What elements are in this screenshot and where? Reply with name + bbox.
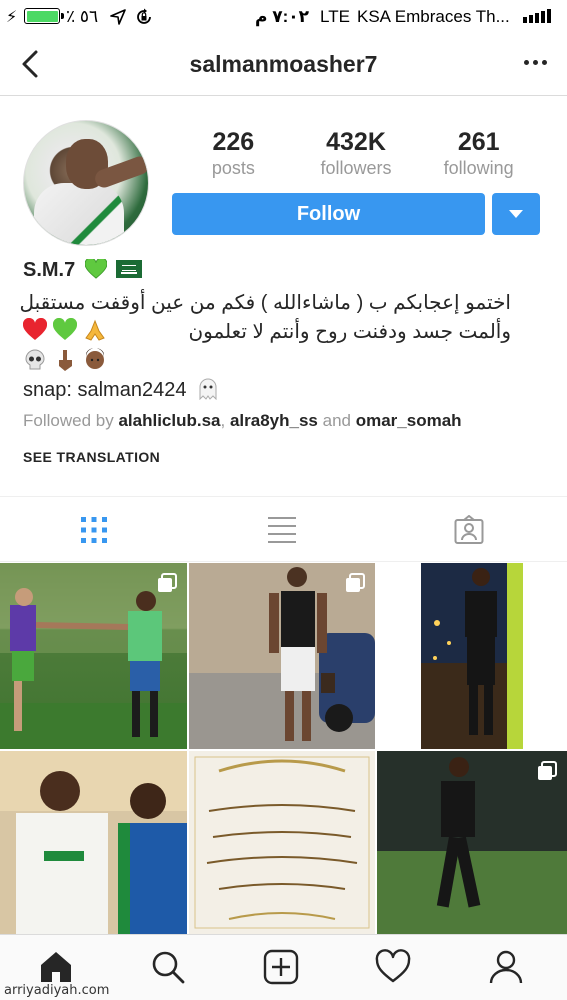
battery-percentage: ٪ ٥٦: [66, 7, 99, 26]
signal-strength-icon: [523, 9, 551, 23]
stat-value: 226: [212, 128, 255, 156]
home-icon[interactable]: [38, 949, 74, 985]
carrier-name: KSA Embraces Th...: [357, 7, 510, 26]
two-players-photo: [0, 751, 187, 934]
stat-followers[interactable]: 432K followers: [295, 128, 418, 180]
stat-value: 432K: [326, 128, 386, 156]
followed-by-and: and: [322, 411, 351, 430]
clock: ٧:٠٢ م: [255, 7, 309, 26]
chevron-down-icon: [509, 210, 523, 218]
followed-by-prefix: Followed by: [23, 411, 114, 430]
search-icon[interactable]: [150, 949, 186, 985]
profile-display-name: S.M.7: [23, 259, 76, 281]
network-type: LTE: [320, 7, 350, 26]
followed-by-user-link[interactable]: alra8yh_ss: [230, 411, 318, 430]
profile-display-name-row: S.M.7: [23, 259, 143, 282]
profile-icon[interactable]: [488, 949, 524, 985]
stat-label: following: [443, 158, 514, 178]
stat-posts[interactable]: 226 posts: [172, 128, 295, 180]
stat-label: posts: [211, 158, 255, 178]
man-emoji: [86, 348, 104, 369]
skull-emoji: [25, 349, 45, 370]
ramadan-greeting-card-photo: [194, 756, 370, 929]
watermark: arriyadiyah.com: [4, 983, 110, 998]
pointing-down-emoji: [59, 350, 72, 371]
post-thumbnail[interactable]: [0, 751, 187, 934]
avatar[interactable]: [23, 120, 149, 246]
post-thumbnail[interactable]: [189, 563, 375, 749]
followed-by-line: Followed by alahliclub.sa, alra8yh_ss an…: [23, 411, 462, 431]
heart-icon[interactable]: [375, 949, 411, 985]
green-heart-emoji: [84, 259, 107, 279]
tagged-photos-icon[interactable]: [454, 515, 484, 545]
battery-icon: [24, 8, 64, 24]
stat-value: 261: [457, 128, 500, 156]
post-thumbnail[interactable]: [0, 563, 187, 749]
navigation-bar: salmanmoasher7: [0, 34, 567, 96]
praying-hands-emoji: [85, 319, 105, 341]
multiple-photos-icon: [158, 573, 177, 592]
profile-view-tabs: [0, 496, 567, 562]
post-thumbnail[interactable]: [377, 563, 567, 749]
bio-emoji-row-1: [23, 318, 107, 342]
suggested-accounts-button[interactable]: [492, 193, 540, 235]
post-thumbnail[interactable]: [189, 751, 375, 934]
followed-by-user-link[interactable]: omar_somah: [356, 411, 462, 430]
green-heart-emoji: [53, 318, 77, 340]
bio-snap-text: snap: salman2424: [23, 379, 187, 401]
post-thumbnail[interactable]: [377, 751, 567, 934]
man-at-night-photo: [421, 563, 523, 749]
more-horizontal-icon[interactable]: [524, 60, 547, 65]
multiple-photos-icon: [538, 761, 557, 780]
bio-snap-line: snap: salman2424: [23, 378, 218, 402]
ghost-emoji: [199, 378, 217, 400]
bio-line-1: اختمو إعجابكم ب ( ماشاءالله ) فكم من عين…: [19, 292, 511, 314]
followed-by-user-link[interactable]: alahliclub.sa: [118, 411, 220, 430]
followed-by-separator: ,: [220, 411, 226, 430]
follow-button[interactable]: Follow: [172, 193, 485, 235]
screen-rotation-lock-icon: [137, 8, 151, 24]
status-bar: ⚡ ٪ ٥٦ ٧:٠٢ م LTE KSA Embraces Th...: [0, 0, 567, 34]
stat-following[interactable]: 261 following: [417, 128, 540, 180]
bio-emoji-row-2: [23, 348, 107, 372]
see-translation-link[interactable]: SEE TRANSLATION: [23, 449, 160, 465]
profile-stats: 226 posts 432K followers 261 following: [172, 128, 540, 180]
add-post-icon[interactable]: [263, 949, 299, 985]
red-heart-emoji: [23, 318, 47, 340]
photo-grid: [0, 563, 567, 934]
saudi-flag-emoji: [116, 260, 143, 278]
location-icon: [110, 9, 126, 25]
list-icon[interactable]: [267, 515, 297, 545]
multiple-photos-icon: [346, 573, 365, 592]
stat-label: followers: [320, 158, 392, 178]
profile-username-title: salmanmoasher7: [189, 51, 378, 77]
charging-icon: ⚡: [6, 9, 18, 26]
grid-icon[interactable]: [79, 515, 109, 545]
